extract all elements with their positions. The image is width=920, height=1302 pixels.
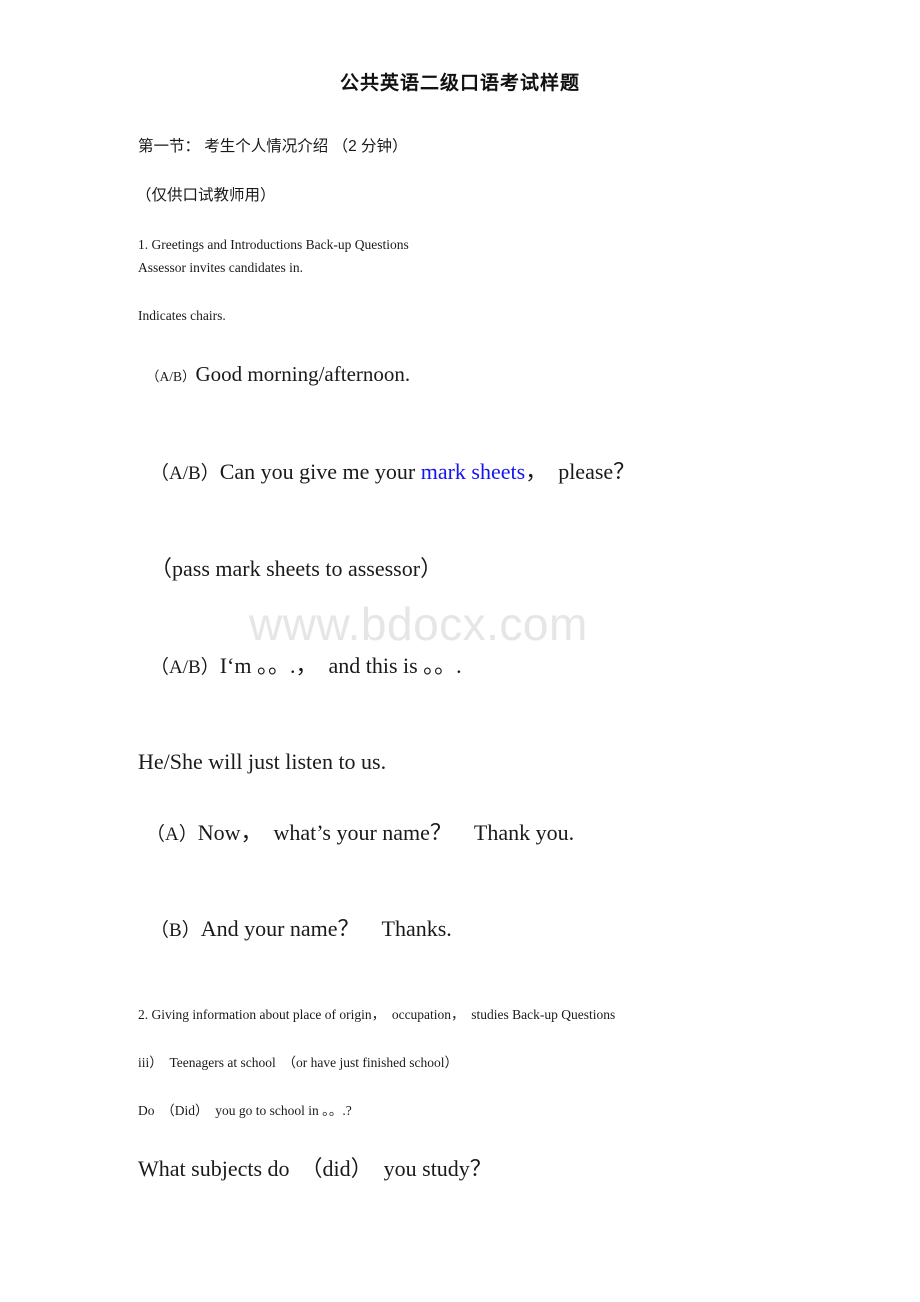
page-title: 公共英语二级口语考试样题 — [339, 73, 580, 94]
dialogue-name-a-text: Now， what’s your name？ Thank you. — [197, 820, 575, 845]
speaker-tag-a: （A） — [146, 824, 198, 845]
dialogue-name-a-line: （A）Now， what’s your name？ Thank you. — [146, 820, 575, 845]
dialogue-name-b-line: （B）And your name？ Thanks. — [150, 916, 452, 941]
dialogue-greeting-line: （A/B）Good morning/afternoon. — [146, 364, 410, 385]
mark-sheets-after-text: ， please？ — [525, 459, 636, 484]
question-subjects-text: What subjects do （did） you study？ — [138, 1156, 492, 1181]
speaker-tag-ab: （A/B） — [150, 657, 220, 678]
section-one-note: （仅供口试教师用） — [136, 187, 276, 204]
mark-sheets-link[interactable]: mark sheets — [421, 459, 525, 484]
item2-title: 2. Giving information about place of ori… — [138, 1007, 616, 1022]
subitem-iii-text: iii） Teenagers at school （or have just f… — [138, 1055, 458, 1070]
mark-sheets-before-text: Can you give me your — [219, 459, 421, 484]
stage-direction-pass-sheets: （pass mark sheets to assessor） — [150, 556, 443, 581]
section-one-heading: 第一节： 考生个人情况介绍 （2 分钟） — [138, 138, 408, 155]
dialogue-listen-text: He/She will just listen to us. — [138, 749, 387, 774]
speaker-tag-ab: （A/B） — [146, 369, 196, 384]
dialogue-name-b-text: And your name？ Thanks. — [200, 916, 452, 941]
dialogue-greeting-text: Good morning/afternoon. — [195, 362, 411, 386]
question-do-text: Do （Did） you go to school in 。。.? — [138, 1103, 352, 1118]
watermark-bdocx: www.bdocx.com — [249, 598, 588, 650]
item1-line2: Assessor invites candidates in. — [138, 260, 303, 275]
indicates-chairs-text: Indicates chairs. — [138, 308, 226, 323]
speaker-tag-ab: （A/B） — [150, 463, 220, 484]
speaker-tag-b: （B） — [150, 920, 201, 941]
dialogue-mark-sheets-line: （A/B）Can you give me your mark sheets， p… — [150, 459, 636, 484]
item1-title: 1. Greetings and Introductions Back-up Q… — [138, 237, 409, 252]
dialogue-introduction-line: （A/B）I‘m 。。.， and this is 。。. — [150, 653, 462, 678]
dialogue-introduction-text: I‘m 。。.， and this is 。。. — [219, 653, 462, 678]
document-page: www.bdocx.com 公共英语二级口语考试样题 第一节： 考生个人情况介绍… — [0, 0, 920, 1302]
